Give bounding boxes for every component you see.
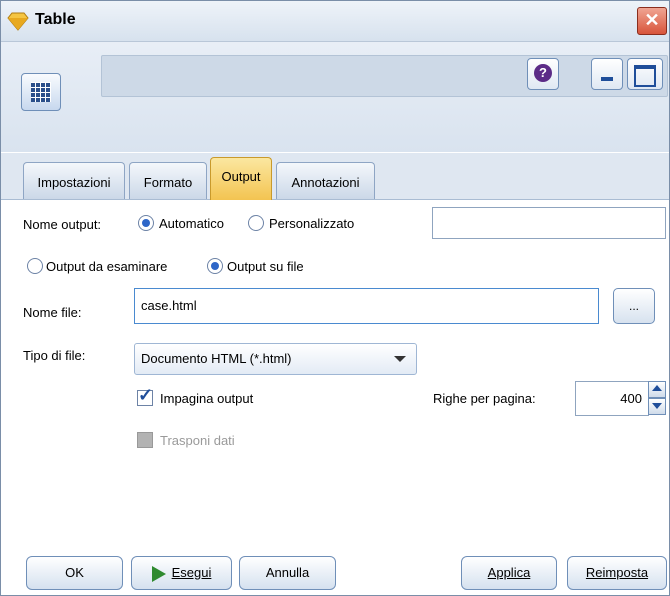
tab-formato[interactable]: Formato (129, 162, 207, 199)
tab-output[interactable]: Output (210, 157, 272, 200)
tab-impostazioni[interactable]: Impostazioni (23, 162, 125, 199)
apply-label: Applica (487, 565, 531, 580)
arrow-down-icon (652, 403, 662, 409)
cancel-button[interactable]: Annulla (239, 556, 336, 590)
ok-button[interactable]: OK (26, 556, 123, 590)
file-name-label: Nome file: (23, 305, 82, 320)
table-node-icon (21, 73, 61, 111)
play-icon (151, 565, 166, 582)
browse-button[interactable]: ... (613, 288, 655, 324)
chevron-down-icon (394, 356, 406, 362)
output-to-file-radio[interactable] (207, 258, 223, 274)
help-button[interactable]: ? (527, 58, 559, 90)
minimize-button[interactable] (591, 58, 623, 90)
increment-button[interactable] (648, 381, 666, 398)
examine-output-label: Output da esaminare (46, 259, 168, 274)
file-type-select[interactable]: Documento HTML (*.html) (134, 343, 417, 375)
file-name-input[interactable]: case.html (134, 288, 599, 324)
output-name-label: Nome output: (23, 217, 102, 232)
arrow-up-icon (652, 385, 662, 391)
help-icon: ? (534, 64, 552, 82)
window-title: Table (35, 11, 76, 28)
dialog-header: ? (1, 42, 669, 152)
apply-button[interactable]: Applica (461, 556, 557, 590)
reset-label: Reimposta (585, 565, 649, 580)
checkmark-icon: ✓ (138, 385, 154, 405)
transpose-label: Trasponi dati (160, 433, 235, 448)
run-label: Esegui (171, 565, 212, 580)
decrement-button[interactable] (648, 398, 666, 415)
rows-stepper (648, 381, 666, 415)
run-button[interactable]: Esegui (131, 556, 232, 590)
node-name-bar (101, 55, 668, 97)
minimize-icon (601, 77, 613, 81)
paginate-label: Impagina output (160, 391, 254, 406)
examine-output-radio[interactable] (27, 258, 43, 274)
maximize-icon (634, 65, 656, 87)
tab-bar: Impostazioni Formato Output Annotazioni (1, 153, 669, 200)
close-button[interactable]: ✕ (637, 7, 667, 35)
file-name-value: case.html (141, 298, 197, 313)
title-bar[interactable]: Table ✕ (1, 1, 669, 42)
transpose-checkbox (137, 432, 153, 448)
table-dialog: Table ✕ ? Impostazioni Formato Output An… (0, 0, 670, 596)
rows-per-page-input[interactable]: 400 (575, 381, 649, 416)
custom-name-field[interactable] (432, 207, 666, 239)
rows-per-page-value: 400 (620, 391, 642, 406)
output-panel: Nome output: Automatico Personalizzato O… (1, 200, 669, 540)
reset-button[interactable]: Reimposta (567, 556, 667, 590)
automatic-radio[interactable] (138, 215, 154, 231)
diamond-node-icon (7, 12, 29, 31)
custom-label: Personalizzato (269, 216, 355, 231)
paginate-checkbox[interactable]: ✓ (137, 385, 153, 406)
output-to-file-label: Output su file (227, 259, 304, 274)
custom-radio[interactable] (248, 215, 264, 231)
rows-per-page-label: Righe per pagina: (433, 391, 536, 406)
file-type-value: Documento HTML (*.html) (141, 351, 292, 366)
maximize-button[interactable] (627, 58, 663, 90)
tab-annotazioni[interactable]: Annotazioni (276, 162, 375, 199)
button-bar: OK Esegui Annulla Applica Reimposta (1, 540, 669, 595)
file-type-label: Tipo di file: (23, 348, 86, 363)
automatic-label: Automatico (159, 216, 225, 231)
